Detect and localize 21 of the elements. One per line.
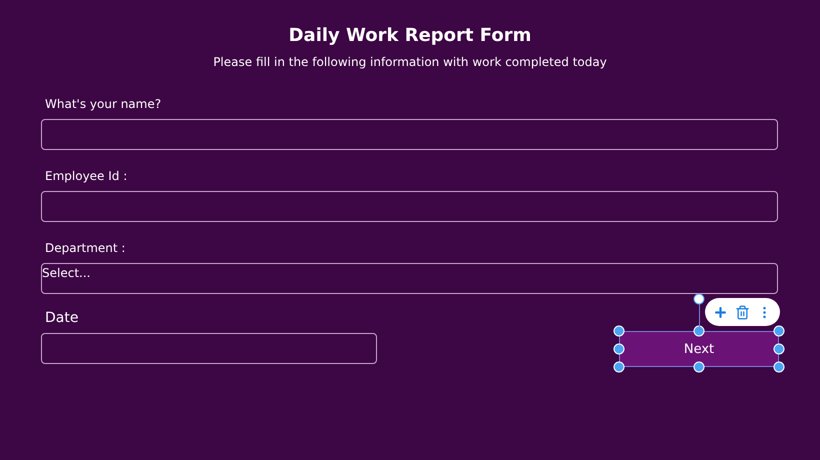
input-field[interactable] [41, 191, 778, 222]
rotate-handle[interactable] [694, 294, 704, 304]
select-field[interactable]: Select... [41, 263, 778, 294]
delete-icon[interactable] [734, 304, 750, 320]
resize-handle[interactable] [614, 326, 624, 336]
resize-handle[interactable] [774, 362, 784, 372]
form-subtitle: Please fill in the following information with work completed today [212, 54, 608, 70]
field-label: What's your name? [44, 96, 162, 112]
resize-handle[interactable] [774, 344, 784, 354]
next-button[interactable]: Next [619, 331, 779, 367]
input-field[interactable] [41, 119, 778, 150]
form-title: Daily Work Report Form [288, 24, 532, 48]
field-label: Department : [44, 240, 126, 256]
field-label: Date [44, 310, 78, 326]
resize-handle[interactable] [694, 362, 704, 372]
field-label: Employee Id : [44, 168, 128, 184]
add-icon[interactable] [712, 304, 728, 320]
resize-handle[interactable] [614, 362, 624, 372]
date-field[interactable] [41, 333, 377, 364]
resize-handle[interactable] [614, 344, 624, 354]
resize-handle[interactable] [774, 326, 784, 336]
